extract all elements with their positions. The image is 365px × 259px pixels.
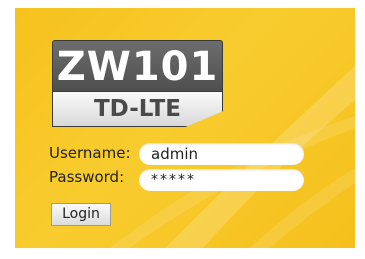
logo-technology-text: TD-LTE	[93, 96, 181, 122]
password-input[interactable]	[139, 169, 304, 191]
page: ZW101 TD-LTE Username: Password: Login	[0, 0, 365, 259]
password-label: Password:	[49, 168, 125, 186]
product-logo: ZW101 TD-LTE	[52, 40, 223, 127]
login-panel: ZW101 TD-LTE Username: Password: Login	[15, 8, 355, 248]
username-input[interactable]	[139, 143, 304, 165]
logo-model-block: ZW101	[52, 40, 223, 92]
logo-technology-block: TD-LTE	[52, 92, 223, 127]
username-label: Username:	[49, 144, 131, 162]
logo-model-text: ZW101	[56, 44, 219, 90]
login-button[interactable]: Login	[51, 203, 111, 226]
